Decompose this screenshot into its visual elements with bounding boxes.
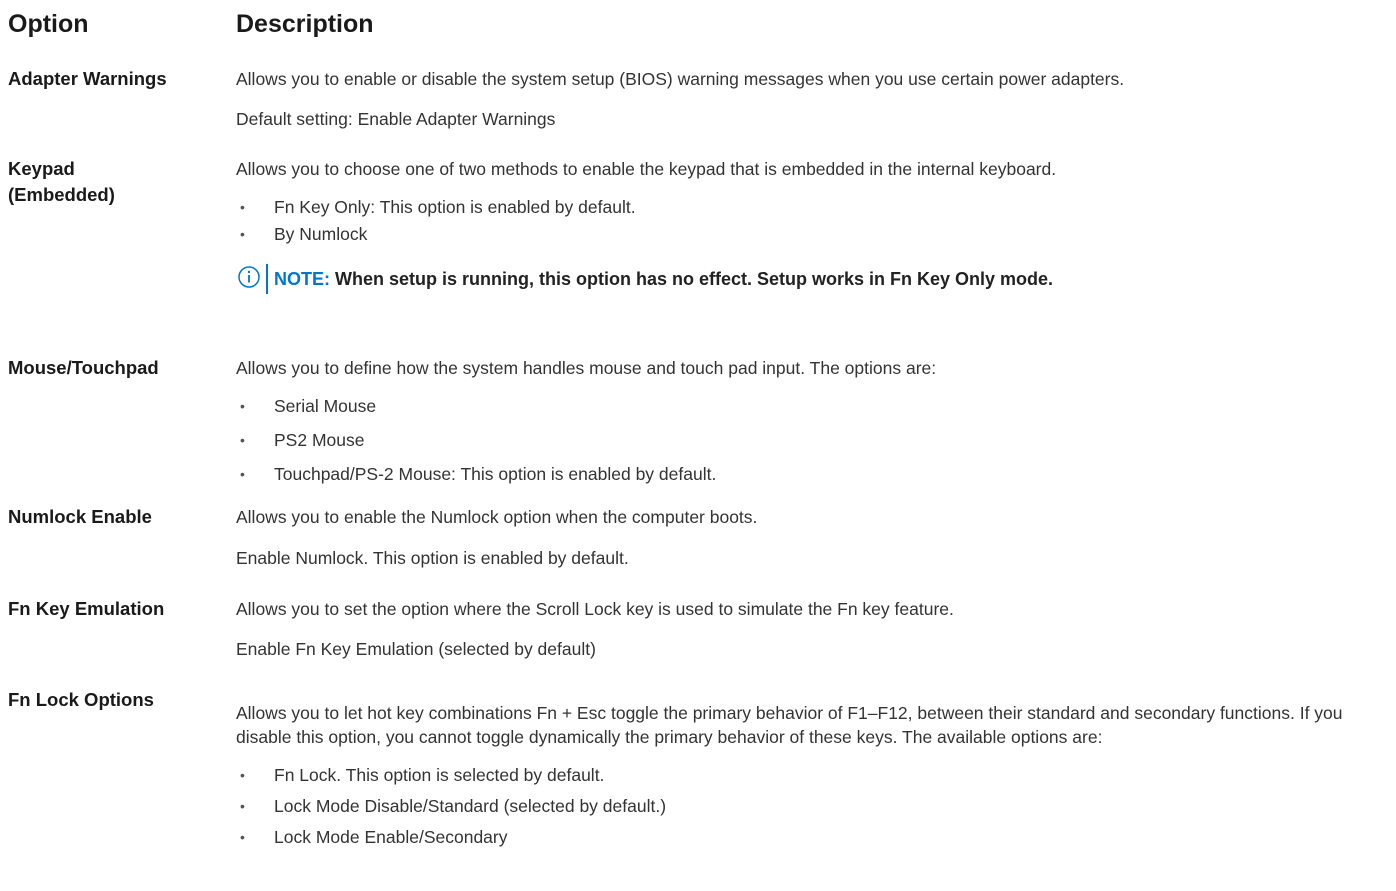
list-item: • Lock Mode Disable/Standard (selected b… [236,794,1346,818]
option-name: Fn Lock Options [8,689,154,710]
note-divider [266,264,268,294]
list-item: • Touchpad/PS-2 Mouse: This option is en… [236,462,1386,486]
bullet-dot-icon: • [240,432,245,448]
option-description: Allows you to let hot key combinations F… [236,701,1346,859]
header-option: Option [8,10,89,38]
default-setting-text: Default setting: Enable Adapter Warnings [236,109,556,129]
option-list: • Fn Key Only: This option is enabled by… [236,195,1386,246]
note-callout: NOTE: When setup is running, this option… [236,264,1386,294]
list-item: • PS2 Mouse [236,428,1386,452]
option-description: Allows you to enable or disable the syst… [236,67,1386,131]
option-name: Adapter Warnings [8,68,167,89]
bullet-dot-icon: • [240,466,245,482]
note-body: When setup is running, this option has n… [330,269,1054,289]
description-text: Allows you to enable or disable the syst… [236,69,1125,89]
default-setting-text: Enable Fn Key Emulation (selected by def… [236,639,596,659]
bullet-dot-icon: • [240,398,245,414]
list-item-text: Fn Key Only: This option is enabled by d… [274,197,636,217]
option-description: Allows you to choose one of two methods … [236,157,1386,294]
option-name: Keypad (Embedded) [8,156,218,208]
header-description: Description [236,10,374,38]
option-list: • Serial Mouse • PS2 Mouse • Touchpad/PS… [236,394,1386,486]
list-item-text: Serial Mouse [274,396,377,416]
option-name: Numlock Enable [8,506,152,527]
option-name-line2: (Embedded) [8,184,115,205]
default-setting-text: Enable Numlock. This option is enabled b… [236,548,629,568]
table-header: Option Description [8,8,1388,44]
note-text: NOTE: When setup is running, this option… [274,267,1053,291]
list-item: • By Numlock [236,222,1386,246]
list-item-text: By Numlock [274,224,368,244]
option-description: Allows you to define how the system hand… [236,356,1386,496]
option-description: Allows you to enable the Numlock option … [236,505,1386,570]
list-item: • Fn Lock. This option is selected by de… [236,763,1346,787]
bullet-dot-icon: • [240,798,245,814]
option-name: Fn Key Emulation [8,598,165,619]
list-item-text: Fn Lock. This option is selected by defa… [274,765,605,785]
option-list: • Fn Lock. This option is selected by de… [236,763,1346,849]
bullet-dot-icon: • [240,829,245,845]
bullet-dot-icon: • [240,199,245,215]
bullet-dot-icon: • [240,767,245,783]
description-text: Allows you to define how the system hand… [236,358,937,378]
bios-options-table: Option Description Adapter Warnings Allo… [0,0,1396,891]
description-text: Allows you to enable the Numlock option … [236,507,758,527]
description-text: Allows you to choose one of two methods … [236,159,1057,179]
list-item-text: Lock Mode Enable/Secondary [274,827,508,847]
list-item: • Serial Mouse [236,394,1386,418]
description-text: Allows you to let hot key combinations F… [236,703,1343,747]
list-item-text: PS2 Mouse [274,430,365,450]
option-description: Allows you to set the option where the S… [236,597,1386,661]
note-label: NOTE: [274,269,330,289]
description-text: Allows you to set the option where the S… [236,599,954,619]
option-name: Mouse/Touchpad [8,357,159,378]
bullet-dot-icon: • [240,226,245,242]
list-item-text: Lock Mode Disable/Standard (selected by … [274,796,667,816]
option-name-line1: Keypad [8,158,75,179]
info-icon [238,266,260,288]
list-item-text: Touchpad/PS-2 Mouse: This option is enab… [274,464,717,484]
list-item: • Fn Key Only: This option is enabled by… [236,195,1386,219]
list-item: • Lock Mode Enable/Secondary [236,825,1346,849]
